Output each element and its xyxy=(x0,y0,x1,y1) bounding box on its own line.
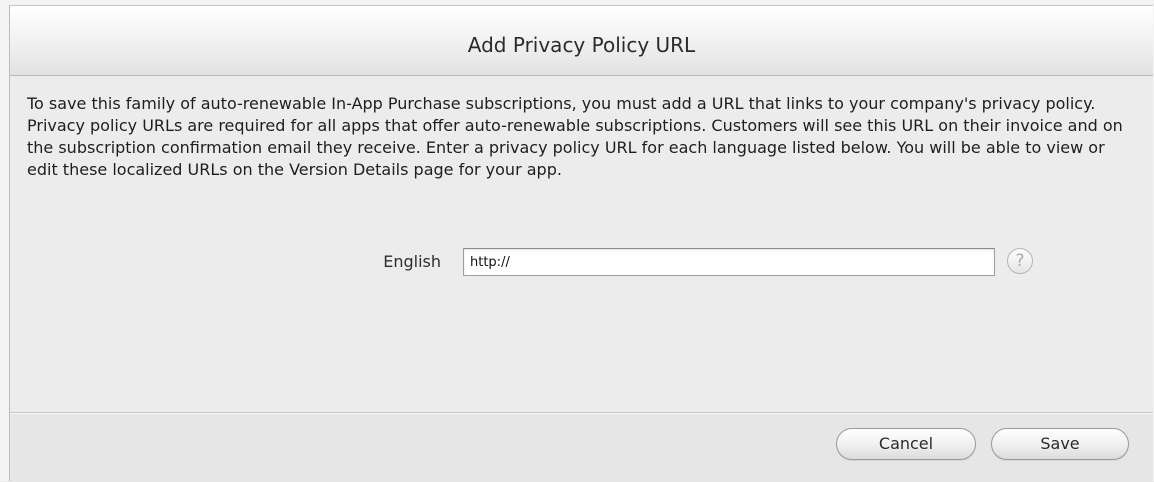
dialog-footer xyxy=(10,414,1153,482)
english-label: English xyxy=(383,252,441,271)
question-mark-icon[interactable]: ? xyxy=(1007,248,1033,274)
dialog-message: To save this family of auto-renewable In… xyxy=(27,94,1123,179)
dialog-title: Add Privacy Policy URL xyxy=(467,33,696,57)
dialog-titlebar: Add Privacy Policy URL xyxy=(10,6,1153,76)
cancel-button[interactable]: Cancel xyxy=(836,428,976,460)
privacy-url-input[interactable] xyxy=(463,248,995,276)
save-button[interactable]: Save xyxy=(991,428,1129,460)
privacy-policy-dialog: Add Privacy Policy URL To save this fami… xyxy=(9,5,1153,482)
